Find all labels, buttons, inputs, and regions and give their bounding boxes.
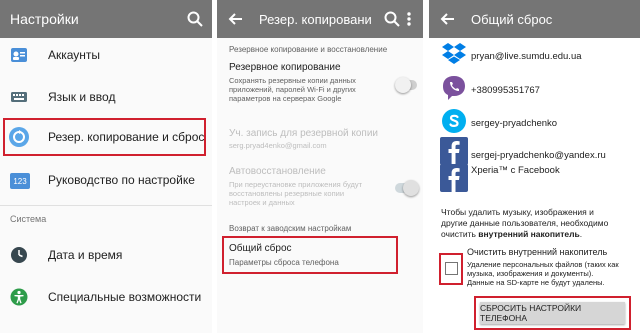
highlight-frame <box>439 253 463 285</box>
backup-account-title: Уч. запись для резервной копии <box>229 128 379 139</box>
warning-text: Чтобы удалить музыку, изображения и друг… <box>441 207 626 240</box>
highlight-frame <box>474 296 631 330</box>
warning-end: . <box>579 229 583 239</box>
accessibility-icon <box>10 288 28 306</box>
account-row: +380995351767 <box>429 73 640 107</box>
settings-item-guide[interactable]: 123 Руководство по настройке <box>0 160 212 200</box>
backup-title: Резер. копировани... <box>259 11 371 27</box>
backup-panel: Резер. копировани... Резервное копирован… <box>217 0 423 333</box>
clock-icon <box>10 246 28 264</box>
facebook-icon <box>440 137 468 165</box>
backup-app-bar: Резер. копировани... <box>217 0 423 38</box>
warning-line: другие данные пользователя, необходимо <box>441 218 609 228</box>
settings-item-label: Аккаунты <box>48 48 101 62</box>
master-reset-title: Общий сброс <box>471 11 553 27</box>
settings-item-label: Язык и ввод <box>48 90 116 104</box>
account-row: sergey-pryadchenko <box>429 106 640 140</box>
factory-reset-section-header: Возврат к заводским настройкам <box>229 224 352 233</box>
accounts-icon <box>10 46 28 64</box>
settings-item-label: Специальные возможности <box>48 290 202 304</box>
highlight-frame <box>222 236 398 274</box>
overflow-menu-icon[interactable] <box>405 10 413 28</box>
auto-restore-desc-line: настроек и данных <box>229 198 295 207</box>
skype-icon <box>441 108 467 134</box>
backup-data-title: Резервное копирование <box>229 62 341 73</box>
auto-restore-title: Автовосстановление <box>229 166 326 177</box>
back-arrow-icon[interactable] <box>439 10 457 28</box>
backup-data-desc-line: параметров на серверах Google <box>229 94 342 103</box>
backup-data-toggle[interactable] <box>395 77 417 93</box>
highlight-frame <box>3 118 206 156</box>
dropbox-icon <box>441 40 467 66</box>
account-text: pryan@live.sumdu.edu.ua <box>471 51 582 62</box>
master-reset-panel: Общий сброс pryan@live.sumdu.edu.ua +380… <box>429 0 640 333</box>
settings-app-bar: Настройки <box>0 0 212 38</box>
settings-item-accessibility[interactable]: Специальные возможности <box>0 277 212 317</box>
warning-line: очистить внутренний накопитель. <box>441 229 626 240</box>
account-text: +380995351767 <box>471 85 540 96</box>
master-reset-app-bar: Общий сброс <box>429 0 640 38</box>
search-icon[interactable] <box>383 10 401 28</box>
warning-line: Чтобы удалить музыку, изображения и <box>441 207 594 217</box>
facebook-xperia-icon <box>440 164 468 192</box>
settings-panel: Настройки Аккаунты Язык и ввод Резер. ко… <box>0 0 212 333</box>
account-row: Xperia™ с Facebook <box>429 164 640 205</box>
settings-item-accounts[interactable]: Аккаунты <box>0 35 212 75</box>
search-icon[interactable] <box>186 10 204 28</box>
account-text: sergej-pryadchenko@yandex.ru <box>471 150 606 161</box>
auto-restore-toggle[interactable] <box>395 180 419 196</box>
erase-desc-line: Данные на SD-карте не будут удалены. <box>467 278 605 287</box>
backup-account-value: serg.pryad4enko@gmail.com <box>229 141 327 150</box>
warning-line-start: очистить <box>441 229 479 239</box>
settings-item-language[interactable]: Язык и ввод <box>0 77 212 117</box>
settings-item-date-time[interactable]: Дата и время <box>0 235 212 275</box>
account-row: pryan@live.sumdu.edu.ua <box>429 38 640 72</box>
settings-item-label: Дата и время <box>48 248 123 262</box>
warning-bold: внутренний накопитель <box>478 229 580 239</box>
account-text: sergey-pryadchenko <box>471 118 558 129</box>
guide-123-icon: 123 <box>10 173 30 189</box>
account-text: Xperia™ с Facebook <box>471 165 560 176</box>
settings-title: Настройки <box>10 11 79 27</box>
back-arrow-icon[interactable] <box>227 10 245 28</box>
erase-storage-desc: Удаление персональных файлов (таких как … <box>467 260 619 287</box>
viber-icon <box>441 75 467 101</box>
section-divider <box>0 205 212 206</box>
erase-storage-title: Очистить внутренний накопитель <box>467 247 608 257</box>
settings-item-label: Руководство по настройке <box>48 173 195 187</box>
keyboard-icon <box>10 88 28 106</box>
erase-desc-line: музыка, изображения и документы). <box>467 269 594 278</box>
backup-section-header: Резервное копирование и восстановление <box>229 45 388 54</box>
erase-desc-line: Удаление персональных файлов (таких как <box>467 260 619 269</box>
system-section-header: Система <box>10 214 47 224</box>
